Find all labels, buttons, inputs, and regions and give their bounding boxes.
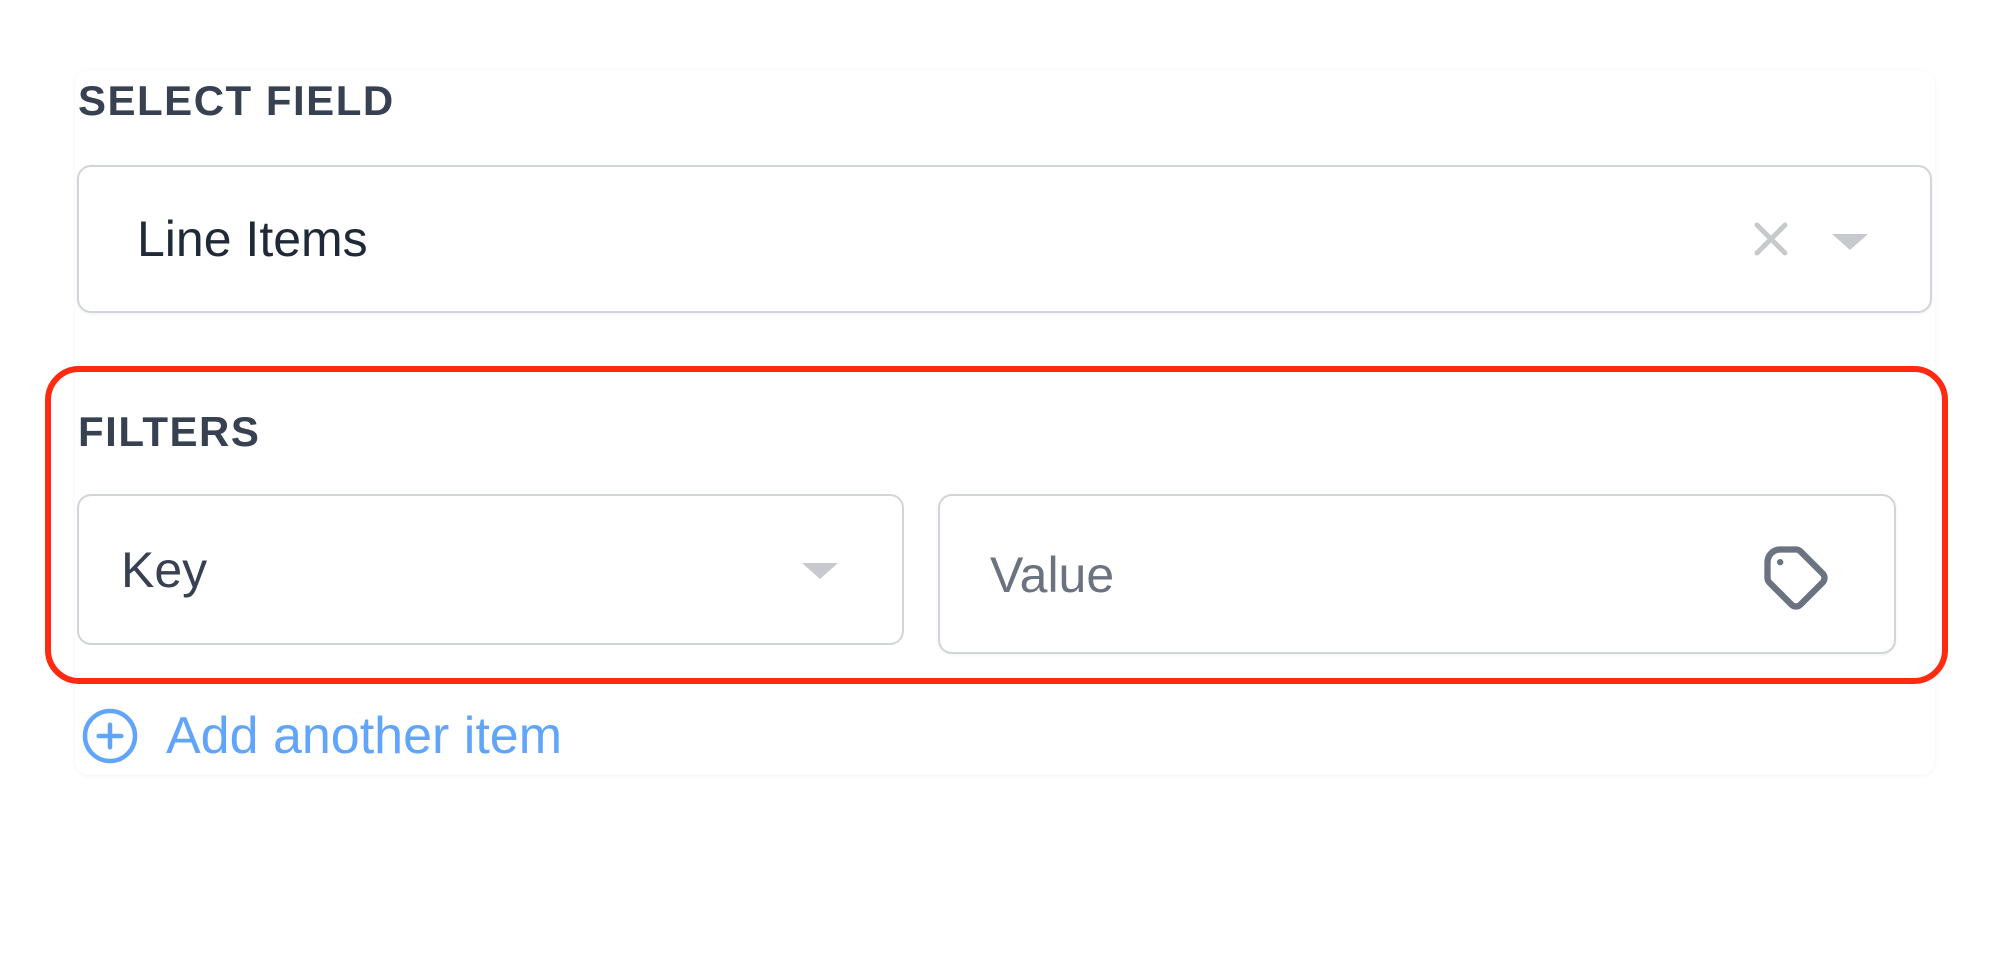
- select-field-value: Line Items: [137, 211, 368, 267]
- select-field-dropdown[interactable]: Line Items: [77, 165, 1932, 313]
- chevron-down-icon[interactable]: [802, 563, 838, 579]
- add-another-item-button[interactable]: Add another item: [80, 700, 562, 772]
- filter-key-dropdown[interactable]: Key: [77, 494, 904, 645]
- filters-label: FILTERS: [78, 408, 261, 455]
- filter-value-field[interactable]: [938, 494, 1896, 654]
- add-another-item-label: Add another item: [166, 707, 563, 765]
- select-field-label: SELECT FIELD: [78, 77, 395, 124]
- filter-key-placeholder: Key: [121, 541, 208, 598]
- filter-value-input[interactable]: [990, 530, 1690, 620]
- tag-icon: [1764, 546, 1828, 610]
- close-icon[interactable]: [1751, 219, 1791, 259]
- chevron-down-icon[interactable]: [1832, 234, 1868, 250]
- plus-circle-icon: [82, 708, 138, 764]
